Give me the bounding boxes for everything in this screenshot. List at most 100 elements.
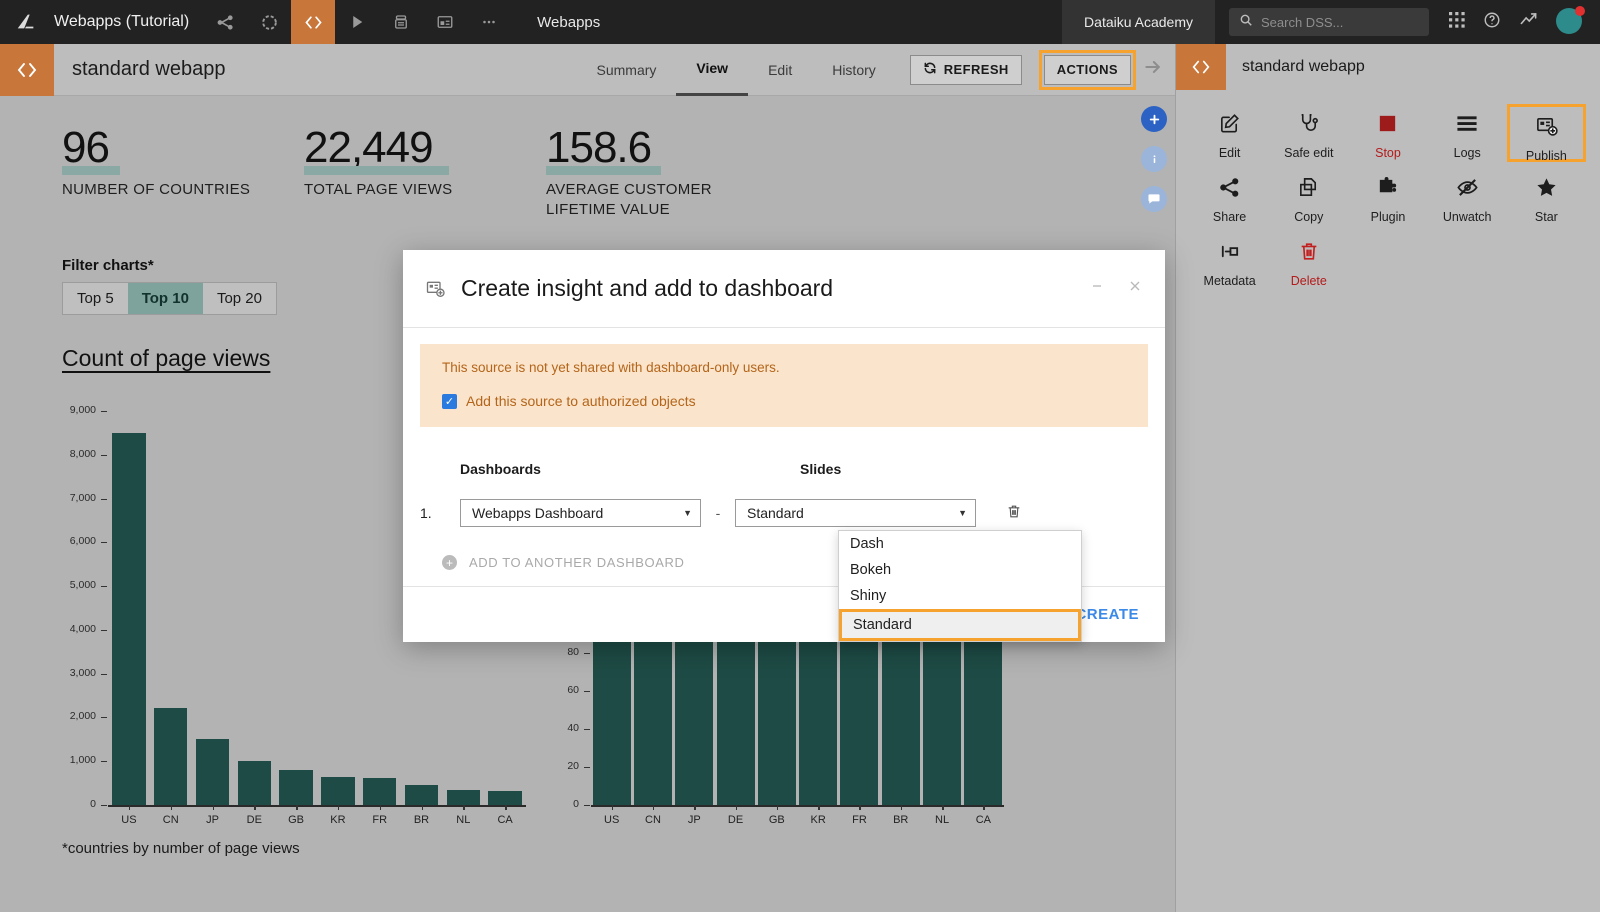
kpi-row: 96 NUMBER OF COUNTRIES 22,449 TOTAL PAGE… [62, 126, 1135, 221]
warning-text: This source is not yet shared with dashb… [442, 360, 780, 375]
project-name[interactable]: Webapps (Tutorial) [52, 13, 203, 31]
discussions-fab[interactable] [1141, 186, 1167, 212]
action-safe-edit[interactable]: Safe edit [1269, 104, 1348, 162]
action-edit[interactable]: Edit [1190, 104, 1269, 162]
dropdown-option-bokeh[interactable]: Bokeh [839, 557, 1081, 583]
x-axis-tick [942, 805, 944, 810]
y-axis-tick-label: 60 [567, 683, 579, 696]
close-icon[interactable] [1127, 278, 1143, 300]
y-axis-tick-label: 6,000 [69, 535, 96, 548]
tab-lab[interactable] [247, 0, 291, 44]
info-fab[interactable] [1141, 146, 1167, 172]
dashboard-select[interactable]: Webapps Dashboard ▼ [460, 499, 701, 527]
chart-bar [112, 432, 146, 805]
x-axis-label: FR [372, 814, 388, 826]
x-axis-label: CN [645, 814, 661, 826]
chart-bar [716, 629, 755, 805]
chart-bar [881, 629, 920, 805]
notification-badge [1575, 6, 1585, 16]
x-axis-tick [128, 805, 131, 810]
section-label: Webapps [537, 13, 601, 31]
x-axis-label: GB [288, 814, 305, 826]
plus-circle-icon: + [442, 555, 457, 570]
avatar[interactable] [1556, 6, 1585, 36]
refresh-icon [923, 61, 937, 78]
tab-edit[interactable]: Edit [748, 44, 812, 96]
dropdown-option-shiny[interactable]: Shiny [839, 583, 1081, 609]
tab-notebooks[interactable] [379, 0, 423, 44]
action-delete[interactable]: Delete [1269, 232, 1348, 290]
academy-link[interactable]: Dataiku Academy [1062, 0, 1215, 44]
x-axis-label: KR [330, 814, 346, 826]
dataiku-logo-icon[interactable] [0, 0, 52, 44]
search-input[interactable]: Search DSS... [1229, 8, 1429, 36]
kpi-value: 158.6 [546, 123, 652, 172]
action-share[interactable]: Share [1190, 168, 1269, 226]
logs-lines-icon [1454, 112, 1480, 140]
publish-insight-icon [425, 279, 445, 299]
col-slides: Slides [800, 461, 842, 477]
delete-row-button[interactable] [1006, 503, 1022, 523]
authorize-source-checkbox-row[interactable]: ✓ Add this source to authorized objects [442, 393, 1126, 409]
chart-footnote: *countries by number of page views [62, 840, 300, 857]
refresh-button[interactable]: REFRESH [909, 54, 1022, 85]
y-axis-tick-label: 20 [567, 759, 579, 772]
filter-option-top10[interactable]: Top 10 [127, 282, 203, 314]
trend-icon[interactable] [1519, 10, 1538, 34]
minimize-icon[interactable] [1089, 278, 1105, 300]
x-axis-label: BR [893, 814, 909, 826]
tab-summary[interactable]: Summary [577, 44, 677, 96]
page-title: standard webapp [72, 58, 226, 80]
dropdown-option-standard[interactable]: Standard [839, 609, 1081, 641]
action-unwatch[interactable]: Unwatch [1428, 168, 1507, 226]
slide-select[interactable]: Standard ▼ [735, 499, 976, 527]
x-axis-label: JP [206, 814, 219, 826]
action-label: Copy [1294, 210, 1324, 224]
actions-label: ACTIONS [1056, 62, 1118, 77]
x-axis-tick [505, 805, 507, 810]
action-star[interactable]: Star [1507, 168, 1586, 226]
action-copy[interactable]: Copy [1269, 168, 1348, 226]
tab-code[interactable] [291, 0, 336, 44]
actions-button[interactable]: ACTIONS [1038, 49, 1137, 90]
help-icon[interactable] [1483, 11, 1501, 34]
tab-view[interactable]: View [676, 44, 749, 96]
filter-option-top5[interactable]: Top 5 [63, 283, 128, 314]
action-metadata[interactable]: Metadata [1190, 232, 1269, 290]
x-axis-tick [735, 805, 738, 810]
row-separator: - [715, 505, 721, 521]
kpi-label: NUMBER OF COUNTRIES [62, 181, 251, 198]
stethoscope-icon [1297, 112, 1320, 140]
tab-dashboards[interactable] [423, 0, 467, 44]
chart-bar [488, 790, 522, 805]
action-plugin[interactable]: Plugin [1348, 168, 1427, 226]
filter-option-top20[interactable]: Top 20 [203, 283, 276, 314]
tab-flow[interactable] [203, 0, 247, 44]
metadata-icon [1218, 240, 1241, 268]
x-axis-label: FR [852, 814, 867, 826]
actions-panel-header: standard webapp [1176, 44, 1600, 90]
create-button[interactable]: CREATE [1075, 606, 1139, 623]
tab-automation[interactable] [335, 0, 379, 44]
chevron-down-icon: ▼ [958, 508, 967, 518]
add-insight-fab[interactable] [1141, 106, 1167, 132]
authorize-source-checkbox[interactable]: ✓ [442, 393, 457, 409]
y-axis-tick [584, 728, 590, 730]
modal-title: Create insight and add to dashboard [461, 275, 834, 301]
action-stop[interactable]: Stop [1348, 104, 1427, 162]
tab-history[interactable]: History [812, 44, 896, 96]
chevron-down-icon: ▼ [683, 508, 692, 518]
actions-grid: Edit Safe edit Stop Logs Publish Share C… [1176, 90, 1600, 290]
slide-dropdown-menu: Dash Bokeh Shiny Standard [838, 530, 1082, 642]
action-logs[interactable]: Logs [1428, 104, 1507, 162]
apps-grid-icon[interactable] [1449, 11, 1465, 33]
x-axis-tick [170, 805, 173, 810]
dropdown-option-dash[interactable]: Dash [839, 531, 1081, 557]
arrow-right-icon[interactable] [1131, 57, 1175, 83]
tab-more[interactable] [467, 0, 511, 44]
x-axis-label: US [604, 814, 620, 826]
x-axis-label: CA [497, 814, 513, 826]
action-publish[interactable]: Publish [1506, 104, 1586, 163]
x-axis-label: US [121, 814, 137, 826]
chart-bar [446, 789, 481, 805]
